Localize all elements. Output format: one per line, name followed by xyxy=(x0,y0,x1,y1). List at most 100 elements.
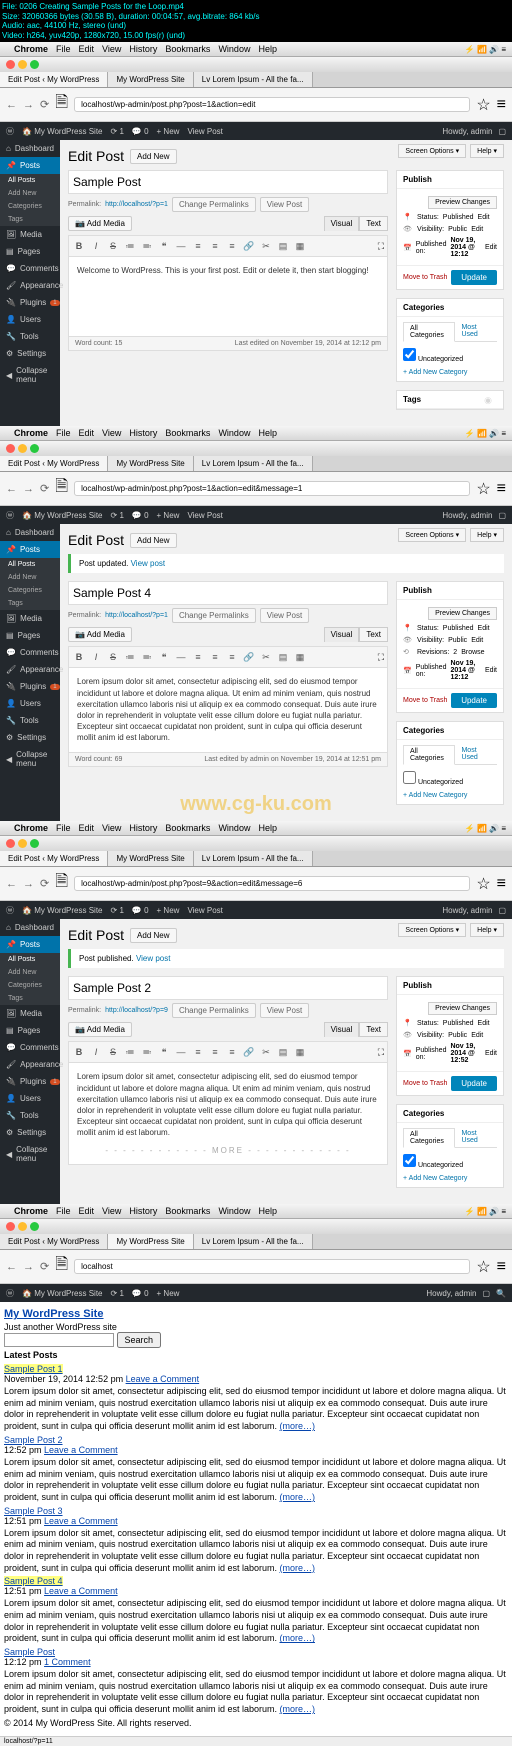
menu-icon[interactable]: ≡ xyxy=(497,875,506,893)
italic-icon[interactable]: I xyxy=(89,650,103,664)
reload-icon[interactable]: ⟳ xyxy=(40,482,49,495)
app-name[interactable]: Chrome xyxy=(14,44,48,54)
add-new-category-link[interactable]: + Add New Category xyxy=(403,369,497,376)
category-uncategorized-checkbox[interactable] xyxy=(403,771,416,784)
tab-wp-site[interactable]: My WordPress Site xyxy=(108,456,193,471)
sidebar-item-media[interactable]: 🖼 Media xyxy=(0,226,60,243)
screen-options-button[interactable]: Screen Options ▾ xyxy=(398,144,466,158)
view-post-link[interactable]: View Post xyxy=(187,127,222,136)
zoom-window-icon[interactable] xyxy=(30,60,39,69)
site-name-link[interactable]: 🏠 My WordPress Site xyxy=(22,511,103,520)
bookmark-icon[interactable]: ☆ xyxy=(476,479,490,499)
add-new-post-button[interactable]: Add New xyxy=(130,149,176,164)
menu-view[interactable]: View xyxy=(102,44,121,54)
edit-status-link[interactable]: Edit xyxy=(478,214,490,221)
add-new-post-button[interactable]: Add New xyxy=(130,533,176,548)
menu-icon[interactable]: ≡ xyxy=(497,480,506,498)
unlink-icon[interactable]: ✂ xyxy=(259,239,273,253)
forward-icon[interactable]: → xyxy=(23,99,34,111)
ol-icon[interactable]: ≕ xyxy=(140,650,154,664)
strike-icon[interactable]: S xyxy=(106,239,120,253)
leave-comment-link[interactable]: Leave a Comment xyxy=(126,1374,200,1384)
reload-icon[interactable]: ⟳ xyxy=(40,98,49,111)
menu-file[interactable]: File xyxy=(56,44,71,54)
menu-history[interactable]: History xyxy=(129,44,157,54)
view-post-button[interactable]: View Post xyxy=(260,197,309,212)
reload-icon[interactable]: ⟳ xyxy=(40,877,49,890)
category-uncategorized-checkbox[interactable] xyxy=(403,348,416,361)
more-link[interactable]: (more…) xyxy=(279,1492,315,1502)
avatar[interactable]: ▢ xyxy=(498,127,506,136)
tab-wp-edit[interactable]: Edit Post ‹ My WordPress xyxy=(0,72,108,87)
update-button[interactable]: Update xyxy=(451,270,497,285)
quote-icon[interactable]: ❝ xyxy=(157,650,171,664)
back-icon[interactable]: ← xyxy=(6,483,17,495)
menu-icon[interactable]: ≡ xyxy=(497,1258,506,1276)
align-right-icon[interactable]: ≡ xyxy=(225,650,239,664)
leave-comment-link[interactable]: 1 Comment xyxy=(44,1657,91,1667)
distraction-free-icon[interactable]: ⛶ xyxy=(378,1047,384,1058)
edit-date-link[interactable]: Edit xyxy=(485,244,497,251)
sidebar-collapse[interactable]: ◀ Collapse menu xyxy=(0,746,60,772)
toolbar-toggle-icon[interactable]: ▦ xyxy=(293,650,307,664)
distraction-free-icon[interactable]: ⛶ xyxy=(378,241,384,252)
comments-link[interactable]: 💬 0 xyxy=(132,511,149,520)
url-input[interactable] xyxy=(74,1259,470,1274)
ul-icon[interactable]: ≔ xyxy=(123,239,137,253)
sidebar-item-comments[interactable]: 💬 Comments xyxy=(0,644,60,661)
help-button[interactable]: Help ▾ xyxy=(470,528,504,542)
toolbar-toggle-icon[interactable]: ▦ xyxy=(293,1045,307,1059)
forward-icon[interactable]: → xyxy=(23,483,34,495)
bookmark-icon[interactable]: ☆ xyxy=(476,95,490,115)
add-media-button[interactable]: 📷 Add Media xyxy=(68,1022,132,1037)
avatar[interactable]: ▢ xyxy=(482,1289,490,1298)
sidebar-sub-categories[interactable]: Categories xyxy=(0,200,60,213)
update-button[interactable]: Update xyxy=(451,693,497,708)
close-window-icon[interactable] xyxy=(6,60,15,69)
sidebar-item-plugins[interactable]: 🔌 Plugins 1 xyxy=(0,294,60,311)
visual-tab[interactable]: Visual xyxy=(324,216,360,231)
strike-icon[interactable]: S xyxy=(106,1045,120,1059)
change-permalinks-button[interactable]: Change Permalinks xyxy=(172,197,256,212)
sidebar-item-media[interactable]: 🖼 Media xyxy=(0,610,60,627)
reload-icon[interactable]: ⟳ xyxy=(40,1260,49,1273)
tab-wp-edit[interactable]: Edit Post ‹ My WordPress xyxy=(0,456,108,471)
url-input[interactable] xyxy=(74,97,470,112)
sidebar-item-appearance[interactable]: 🖌 Appearance xyxy=(0,661,60,678)
sidebar-item-settings[interactable]: ⚙ Settings xyxy=(0,345,60,362)
unlink-icon[interactable]: ✂ xyxy=(259,650,273,664)
back-icon[interactable]: ← xyxy=(6,1261,17,1273)
comments-link[interactable]: 💬 0 xyxy=(132,127,149,136)
more-icon[interactable]: ▤ xyxy=(276,650,290,664)
site-title-link[interactable]: My WordPress Site xyxy=(4,1308,103,1320)
category-uncategorized-checkbox[interactable] xyxy=(403,1154,416,1167)
text-tab[interactable]: Text xyxy=(359,216,388,231)
wp-logo-icon[interactable]: ⓦ xyxy=(6,1288,14,1299)
new-content-link[interactable]: + New xyxy=(157,511,180,520)
toolbar-toggle-icon[interactable]: ▦ xyxy=(293,239,307,253)
sidebar-item-users[interactable]: 👤 Users xyxy=(0,311,60,328)
italic-icon[interactable]: I xyxy=(89,1045,103,1059)
wp-logo-icon[interactable]: ⓦ xyxy=(6,510,14,521)
sidebar-item-posts[interactable]: 📌 Posts xyxy=(0,936,60,953)
more-link[interactable]: (more…) xyxy=(279,1421,315,1431)
align-left-icon[interactable]: ≡ xyxy=(191,1045,205,1059)
post-title-link[interactable]: Sample Post xyxy=(4,1647,55,1657)
all-categories-tab[interactable]: All Categories xyxy=(403,322,455,342)
screen-options-button[interactable]: Screen Options ▾ xyxy=(398,528,466,542)
howdy-link[interactable]: Howdy, admin xyxy=(442,127,492,136)
forward-icon[interactable]: → xyxy=(23,1261,34,1273)
post-content-editor[interactable]: Lorem ipsum dolor sit amet, consectetur … xyxy=(68,1063,388,1164)
minimize-window-icon[interactable] xyxy=(18,60,27,69)
new-content-link[interactable]: + New xyxy=(157,127,180,136)
link-icon[interactable]: 🔗 xyxy=(242,650,256,664)
sidebar-item-posts[interactable]: 📌 Posts xyxy=(0,157,60,174)
sidebar-sub-all-posts[interactable]: All Posts xyxy=(0,174,60,187)
align-center-icon[interactable]: ≡ xyxy=(208,1045,222,1059)
quote-icon[interactable]: ❝ xyxy=(157,1045,171,1059)
strike-icon[interactable]: S xyxy=(106,650,120,664)
permalink-link[interactable]: http://localhost/?p=1 xyxy=(105,201,168,208)
menu-icon[interactable]: ≡ xyxy=(497,96,506,114)
forward-icon[interactable]: → xyxy=(23,878,34,890)
url-input[interactable] xyxy=(74,876,470,891)
